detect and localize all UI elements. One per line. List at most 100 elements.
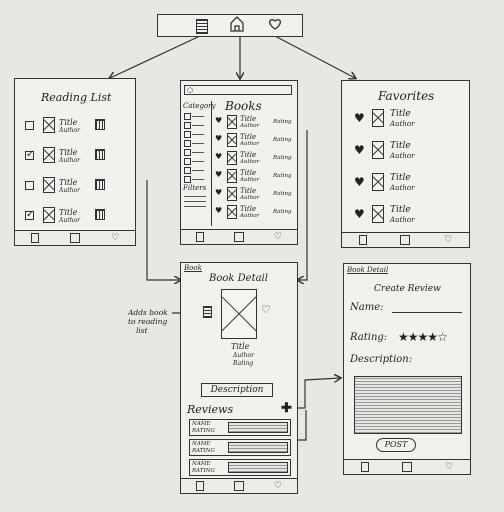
heart-icon[interactable]: ♡	[274, 232, 282, 242]
home-icon[interactable]	[400, 235, 411, 245]
review-item: NAME RATING	[189, 459, 291, 476]
list-item: Title Author	[15, 177, 137, 201]
home-icon[interactable]	[230, 16, 244, 32]
heart-icon[interactable]: ♡	[261, 303, 271, 316]
category-checkbox[interactable]	[184, 113, 191, 120]
heart-icon[interactable]: ♥	[215, 134, 222, 143]
home-icon[interactable]	[233, 232, 244, 242]
review-name: NAME	[192, 461, 211, 467]
heart-icon[interactable]	[268, 17, 282, 31]
review-name: NAME	[192, 421, 211, 427]
create-review-nav: ♡	[344, 459, 470, 474]
list-item[interactable]: ♥ Title Author Rating	[213, 205, 297, 222]
trash-icon[interactable]	[95, 149, 105, 160]
trash-icon[interactable]	[95, 209, 105, 220]
checkbox[interactable]: ✓	[25, 150, 34, 160]
heart-icon[interactable]: ♥	[354, 207, 365, 221]
heart-icon[interactable]: ♡	[444, 235, 452, 245]
post-button[interactable]: POST	[376, 438, 416, 452]
book-author: Author	[240, 177, 260, 183]
list-item[interactable]: ♥ Title Author Rating	[213, 169, 297, 186]
category-checkbox[interactable]	[184, 122, 191, 129]
list-item[interactable]: ♥ Title Author	[342, 107, 471, 133]
list-icon[interactable]	[360, 462, 369, 472]
category-checkbox[interactable]	[184, 158, 191, 165]
trash-icon[interactable]	[95, 119, 105, 130]
list-icon[interactable]	[195, 232, 204, 242]
review-rating: RATING	[192, 428, 215, 434]
heart-icon[interactable]: ♥	[215, 206, 222, 215]
category-checkbox[interactable]	[184, 140, 191, 147]
list-item[interactable]: ♥ Title Author Rating	[213, 115, 297, 132]
book-rating: Rating	[273, 119, 292, 125]
star-icon[interactable]: ★	[398, 330, 409, 344]
heart-icon[interactable]: ♡	[445, 462, 453, 472]
heart-icon[interactable]: ♡	[111, 233, 119, 243]
search-input[interactable]: ○	[184, 85, 292, 95]
category-checkbox[interactable]	[184, 167, 191, 174]
home-icon[interactable]	[69, 233, 80, 243]
trash-icon[interactable]	[95, 179, 105, 190]
books-nav: ♡	[181, 229, 297, 244]
heart-icon[interactable]: ♥	[354, 175, 365, 189]
item-author: Author	[59, 187, 80, 194]
star-icon[interactable]: ★	[418, 330, 429, 344]
book-cover-image	[43, 177, 55, 193]
book-tab[interactable]: Book	[184, 265, 202, 272]
plus-icon[interactable]: ✚	[281, 401, 292, 416]
heart-icon[interactable]: ♥	[215, 152, 222, 161]
category-checkbox[interactable]	[184, 176, 191, 183]
list-item[interactable]: ♥ Title Author Rating	[213, 151, 297, 168]
category-checkbox[interactable]	[184, 131, 191, 138]
filter-line	[184, 201, 206, 202]
list-item[interactable]: ♥ Title Author Rating	[213, 133, 297, 150]
heart-icon[interactable]: ♥	[215, 170, 222, 179]
home-icon[interactable]	[401, 462, 412, 472]
list-icon[interactable]	[195, 481, 204, 491]
heart-icon[interactable]: ♥	[215, 116, 222, 125]
item-author: Author	[390, 216, 415, 224]
star-icon[interactable]: ★	[408, 330, 419, 344]
list-icon[interactable]	[30, 233, 39, 243]
reviews-label: Reviews	[187, 403, 234, 416]
checkbox[interactable]	[25, 121, 34, 130]
star-icon[interactable]: ★	[427, 330, 438, 344]
name-field[interactable]	[392, 312, 462, 314]
list-icon[interactable]	[196, 19, 208, 34]
checkbox[interactable]: ✓	[25, 210, 34, 220]
description-button[interactable]: Description	[201, 383, 273, 397]
filter-line	[184, 196, 206, 197]
book-cover-image	[227, 169, 237, 183]
list-item[interactable]: ♥ Title Author Rating	[213, 187, 297, 204]
heart-icon[interactable]: ♥	[354, 111, 365, 125]
heart-icon[interactable]: ♡	[274, 481, 282, 491]
heart-icon[interactable]: ♥	[215, 188, 222, 197]
category-line	[192, 170, 204, 171]
home-icon[interactable]	[233, 481, 244, 491]
reading-list-title: Reading List	[41, 91, 112, 104]
item-title: Title	[390, 205, 411, 215]
book-author: Author	[240, 123, 260, 129]
book-detail-nav: ♡	[181, 478, 297, 493]
book-title: Title	[240, 205, 257, 213]
top-nav-bar	[157, 14, 303, 37]
book-rating: Rating	[233, 360, 254, 367]
rating-stars[interactable]: ★★★★☆	[398, 330, 448, 344]
star-icon[interactable]: ☆	[437, 330, 448, 344]
category-checkbox[interactable]	[184, 149, 191, 156]
list-icon[interactable]	[358, 235, 367, 245]
annotation-add-to-reading-list: Adds book to reading list	[128, 308, 168, 335]
book-cover-image	[227, 205, 237, 219]
book-detail-tab[interactable]: Book Detail	[347, 267, 389, 274]
book-cover-image	[372, 109, 384, 127]
checkbox[interactable]	[25, 181, 34, 190]
category-line	[192, 179, 204, 180]
heart-icon[interactable]: ♥	[354, 143, 365, 157]
category-line	[192, 152, 204, 153]
description-textarea[interactable]	[354, 376, 462, 434]
list-item[interactable]: ♥ Title Author	[342, 203, 471, 229]
book-cover-image	[227, 151, 237, 165]
list-item[interactable]: ♥ Title Author	[342, 139, 471, 165]
favorites-title: Favorites	[378, 89, 435, 103]
list-item[interactable]: ♥ Title Author	[342, 171, 471, 197]
